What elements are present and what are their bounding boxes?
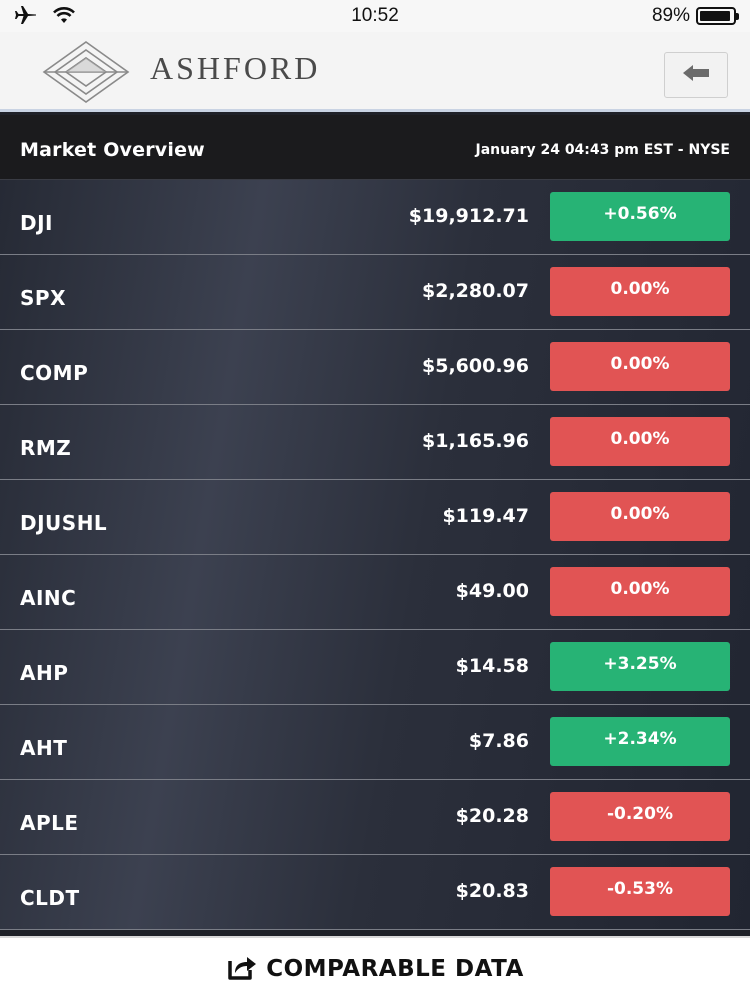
quote-price: $20.28 [455,805,529,827]
quote-row[interactable]: COMP $5,600.96 0.00% [0,330,750,405]
battery-icon [696,7,739,25]
quote-symbol: SPX [20,286,66,310]
market-date: January 24 04:43 pm EST - NYSE [475,142,730,158]
change-badge: +2.34% [550,717,730,766]
quote-row[interactable]: CLDT $20.83 -0.53% [0,855,750,930]
market-overview-header: Market Overview January 24 04:43 pm EST … [0,115,750,180]
status-bar: 10:52 89% [0,0,750,32]
quote-row[interactable]: SPX $2,280.07 0.00% [0,255,750,330]
change-badge: +0.56% [550,192,730,241]
quote-row[interactable]: AINC $49.00 0.00% [0,555,750,630]
change-badge: 0.00% [550,492,730,541]
share-icon [226,953,258,985]
quote-price: $5,600.96 [422,355,529,377]
market-overview-title: Market Overview [20,139,205,161]
quote-symbol: APLE [20,811,79,835]
quote-row[interactable]: AHP $14.58 +3.25% [0,630,750,705]
quote-symbol: AINC [20,586,77,610]
quote-row[interactable]: DJUSHL $119.47 0.00% [0,480,750,555]
quote-row[interactable]: APLE $20.28 -0.20% [0,780,750,855]
quote-symbol: AHP [20,661,69,685]
change-badge: +3.25% [550,642,730,691]
quote-symbol: COMP [20,361,89,385]
quote-symbol: CLDT [20,886,80,910]
quote-list: DJI $19,912.71 +0.56% SPX $2,280.07 0.00… [0,180,750,930]
comparable-data-button[interactable]: COMPARABLE DATA [0,936,750,1000]
quote-symbol: AHT [20,736,68,760]
quote-price: $19,912.71 [408,205,529,227]
back-button[interactable] [664,52,728,98]
back-arrow-icon [681,63,711,87]
quote-symbol: DJUSHL [20,511,108,535]
change-badge: 0.00% [550,567,730,616]
quote-symbol: RMZ [20,436,72,460]
status-time: 10:52 [351,5,399,26]
quote-price: $1,165.96 [422,430,529,452]
change-badge: -0.20% [550,792,730,841]
quote-row[interactable]: DJI $19,912.71 +0.56% [0,180,750,255]
comparable-data-label: COMPARABLE DATA [266,956,524,982]
quote-price: $20.83 [455,880,529,902]
quote-price: $119.47 [442,505,529,527]
change-badge: 0.00% [550,417,730,466]
ashford-logo-icon [36,38,136,106]
quote-price: $14.58 [455,655,529,677]
quote-price: $7.86 [468,730,529,752]
quote-row[interactable]: RMZ $1,165.96 0.00% [0,405,750,480]
battery-percent: 89% [651,5,690,26]
change-badge: 0.00% [550,267,730,316]
quote-price: $49.00 [455,580,529,602]
change-badge: -0.53% [550,867,730,916]
change-badge: 0.00% [550,342,730,391]
quote-price: $2,280.07 [422,280,529,302]
brand-name: ASHFORD [150,50,321,86]
app-header: ASHFORD [0,32,750,112]
quote-row[interactable]: AHT $7.86 +2.34% [0,705,750,780]
quote-symbol: DJI [20,211,53,235]
